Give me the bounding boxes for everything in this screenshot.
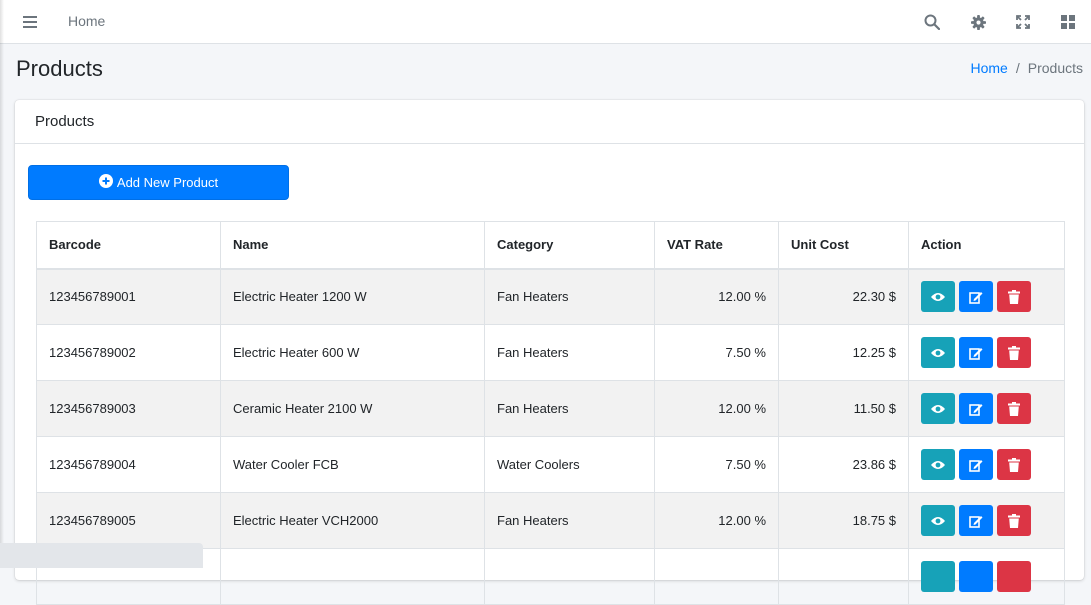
table-row: 123456789001 Electric Heater 1200 W Fan …	[36, 268, 1065, 325]
delete-button[interactable]	[997, 561, 1031, 592]
trash-icon	[1008, 345, 1020, 360]
view-button[interactable]	[921, 505, 955, 536]
edit-icon	[969, 403, 983, 416]
cell-category: Fan Heaters	[484, 492, 655, 549]
breadcrumb-separator: /	[1015, 60, 1020, 76]
view-button[interactable]	[921, 561, 955, 592]
column-header-vat-rate[interactable]: VAT Rate	[654, 221, 779, 270]
eye-icon	[931, 404, 945, 413]
cell-category: Water Coolers	[484, 436, 655, 493]
edit-button[interactable]	[959, 393, 993, 424]
horizontal-scrollbar[interactable]	[0, 543, 203, 568]
view-button[interactable]	[921, 337, 955, 368]
cell-unit-cost: 18.75 $	[778, 492, 909, 549]
edit-button[interactable]	[959, 561, 993, 592]
cell-actions	[908, 548, 1065, 605]
cell-name	[220, 548, 485, 605]
edit-button[interactable]	[959, 337, 993, 368]
trash-icon	[1008, 457, 1020, 472]
trash-icon	[1008, 289, 1020, 304]
edit-icon	[969, 291, 983, 304]
cell-name: Electric Heater 600 W	[220, 324, 485, 381]
column-header-name[interactable]: Name	[220, 221, 485, 270]
delete-button[interactable]	[997, 337, 1031, 368]
table-header-row: Barcode Name Category VAT Rate Unit Cost…	[36, 221, 1065, 270]
edit-icon	[969, 459, 983, 472]
delete-button[interactable]	[997, 281, 1031, 313]
nav-home-link[interactable]: Home	[68, 13, 105, 29]
column-header-category[interactable]: Category	[484, 221, 655, 270]
edit-button[interactable]	[959, 449, 993, 480]
table-row: 123456789003 Ceramic Heater 2100 W Fan H…	[36, 380, 1065, 437]
cell-vat-rate: 12.00 %	[654, 268, 779, 325]
cell-barcode: 123456789001	[36, 268, 221, 325]
cell-name: Electric Heater 1200 W	[220, 268, 485, 325]
eye-icon	[931, 348, 945, 357]
cell-actions	[908, 436, 1065, 493]
plus-circle-icon	[98, 174, 113, 191]
eye-icon	[931, 516, 945, 525]
search-icon[interactable]	[922, 12, 942, 32]
cell-name: Water Cooler FCB	[220, 436, 485, 493]
cell-name: Ceramic Heater 2100 W	[220, 380, 485, 437]
breadcrumb-home-link[interactable]: Home	[971, 60, 1008, 76]
cell-vat-rate	[654, 548, 779, 605]
edit-icon	[969, 515, 983, 528]
breadcrumb-current: Products	[1027, 60, 1083, 76]
cell-vat-rate: 7.50 %	[654, 436, 779, 493]
cell-vat-rate: 12.00 %	[654, 492, 779, 549]
column-header-action: Action	[908, 221, 1065, 270]
table-row: 123456789002 Electric Heater 600 W Fan H…	[36, 324, 1065, 381]
column-header-unit-cost[interactable]: Unit Cost	[778, 221, 909, 270]
grid-icon[interactable]	[1058, 12, 1078, 32]
cell-barcode: 123456789003	[36, 380, 221, 437]
table-row: 123456789005 Electric Heater VCH2000 Fan…	[36, 492, 1065, 549]
cell-category: Fan Heaters	[484, 268, 655, 325]
trash-icon	[1008, 513, 1020, 528]
cell-barcode: 123456789004	[36, 436, 221, 493]
cell-unit-cost	[778, 548, 909, 605]
column-header-barcode[interactable]: Barcode	[36, 221, 221, 270]
cell-barcode: 123456789005	[36, 492, 221, 549]
cell-category: Fan Heaters	[484, 380, 655, 437]
cell-name: Electric Heater VCH2000	[220, 492, 485, 549]
delete-button[interactable]	[997, 505, 1031, 536]
cell-category	[484, 548, 655, 605]
cell-actions	[908, 268, 1065, 325]
cell-unit-cost: 11.50 $	[778, 380, 909, 437]
top-navbar: Home	[0, 0, 1091, 44]
view-button[interactable]	[921, 393, 955, 424]
edit-button[interactable]	[959, 281, 993, 313]
trash-icon	[1008, 401, 1020, 416]
card-title: Products	[15, 100, 1084, 144]
sidebar-edge-shadow	[0, 0, 4, 568]
cell-unit-cost: 22.30 $	[778, 268, 909, 325]
cell-unit-cost: 23.86 $	[778, 436, 909, 493]
delete-button[interactable]	[997, 393, 1031, 424]
view-button[interactable]	[921, 449, 955, 480]
cell-vat-rate: 12.00 %	[654, 380, 779, 437]
eye-icon	[931, 292, 945, 301]
breadcrumb: Home / Products	[971, 60, 1084, 76]
add-new-product-label: Add New Product	[116, 175, 219, 190]
products-card: Products Add New Product Barcode Name Ca…	[15, 100, 1084, 605]
fullscreen-icon[interactable]	[1013, 12, 1033, 32]
cell-unit-cost: 12.25 $	[778, 324, 909, 381]
delete-button[interactable]	[997, 449, 1031, 480]
page-title: Products	[16, 56, 103, 81]
eye-icon	[931, 460, 945, 469]
edit-icon	[969, 347, 983, 360]
view-button[interactable]	[921, 281, 955, 313]
cell-barcode: 123456789002	[36, 324, 221, 381]
cell-category: Fan Heaters	[484, 324, 655, 381]
table-row: 123456789004 Water Cooler FCB Water Cool…	[36, 436, 1065, 493]
menu-icon[interactable]	[20, 12, 40, 32]
cell-actions	[908, 380, 1065, 437]
cell-actions	[908, 492, 1065, 549]
edit-button[interactable]	[959, 505, 993, 536]
gear-icon[interactable]	[968, 12, 988, 32]
cell-actions	[908, 324, 1065, 381]
cell-vat-rate: 7.50 %	[654, 324, 779, 381]
add-new-product-button[interactable]: Add New Product	[28, 165, 289, 200]
